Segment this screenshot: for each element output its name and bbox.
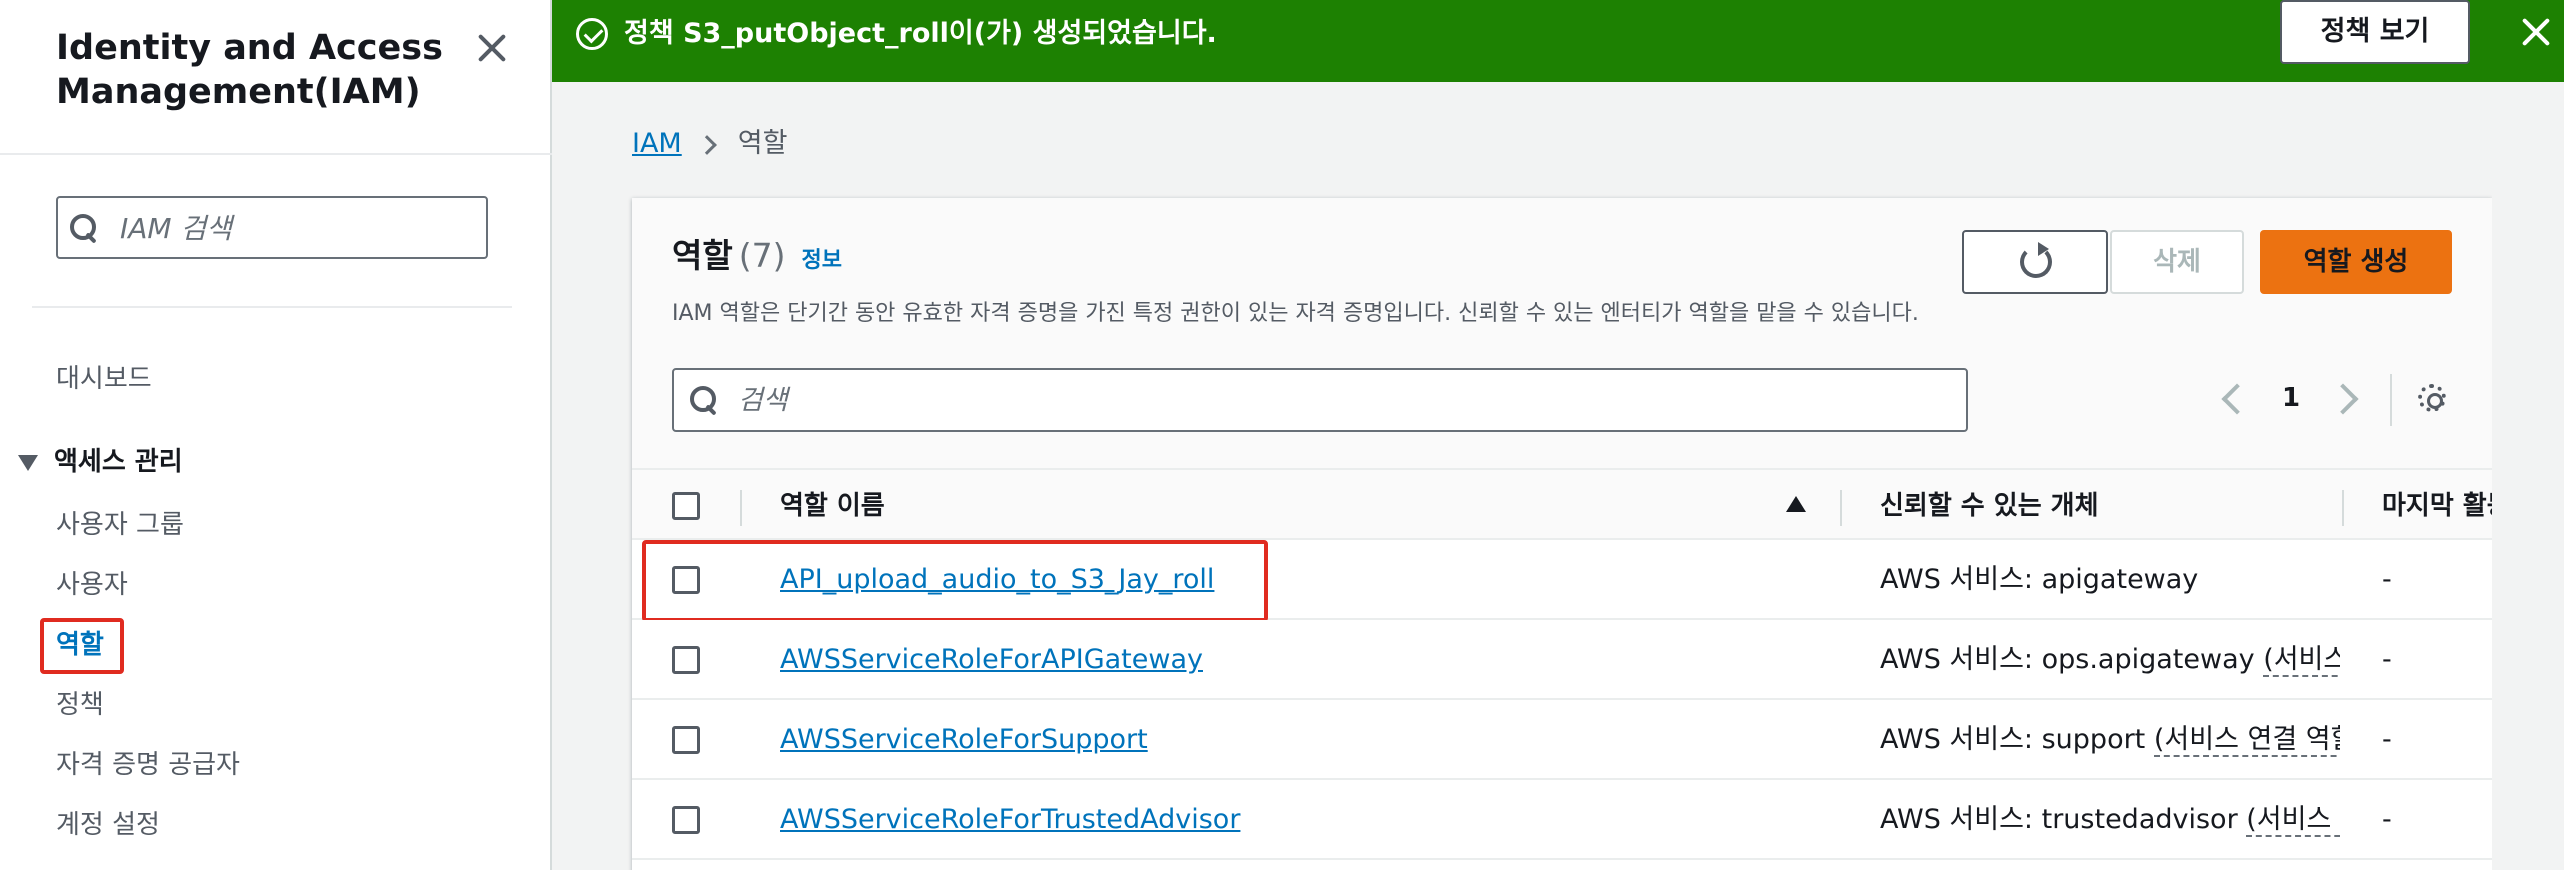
roles-search (672, 368, 1968, 432)
trusted-entity-service: AWS 서비스: ops.apigateway (1880, 644, 2255, 675)
page-title: 역할 (7) 정보 (672, 234, 842, 283)
service-linked-role-tooltip[interactable]: (서비스 연결 역할) (2263, 644, 2340, 677)
divider (2390, 374, 2392, 426)
refresh-button[interactable] (1962, 230, 2108, 294)
roles-count: (7) (738, 236, 786, 275)
sidebar-item-account-settings[interactable]: 계정 설정 (56, 808, 160, 842)
delete-button[interactable]: 삭제 (2110, 230, 2244, 294)
roles-title: 역할 (672, 236, 733, 275)
row-checkbox[interactable] (672, 566, 700, 594)
sidebar: Identity and Access Management(IAM) 대시보드… (0, 0, 552, 870)
info-link[interactable]: 정보 (801, 248, 841, 273)
sidebar-item-policies[interactable]: 정책 (56, 688, 104, 722)
breadcrumb-iam[interactable]: IAM (632, 128, 682, 159)
flash-message: 정책 S3_putObject_roll이(가) 생성되었습니다. (624, 18, 1217, 49)
sidebar-search (56, 196, 488, 259)
search-icon (70, 214, 100, 244)
success-flash-banner: 정책 S3_putObject_roll이(가) 생성되었습니다. 정책 보기 (552, 0, 2564, 82)
table-row: AWSServiceRoleForTrustedAdvisor AWS 서비스:… (632, 780, 2492, 860)
page-background (2492, 82, 2564, 870)
sidebar-item-user-groups[interactable]: 사용자 그룹 (56, 508, 184, 542)
column-header-role-name[interactable]: 역할 이름 (780, 488, 885, 524)
row-checkbox[interactable] (672, 726, 700, 754)
roles-search-input[interactable] (738, 380, 1938, 420)
trusted-entity: AWS 서비스: trustedadvisor (서비스 연결 역할) (1880, 800, 2340, 840)
column-header-trusted-entity[interactable]: 신뢰할 수 있는 개체 (1880, 488, 2099, 524)
role-name-link[interactable]: AWSServiceRoleForSupport (780, 720, 1148, 760)
service-linked-role-tooltip[interactable]: (서비스 연결 역할) (2246, 804, 2340, 837)
trusted-entity-service: AWS 서비스: support (1880, 724, 2146, 755)
breadcrumb: IAM 역할 (632, 124, 787, 164)
column-separator[interactable] (2342, 490, 2344, 526)
chevron-right-icon (696, 134, 717, 155)
close-icon[interactable] (2518, 14, 2554, 50)
last-activity: - (2382, 804, 2392, 835)
sidebar-item-dashboard[interactable]: 대시보드 (56, 362, 152, 396)
sidebar-item-roles[interactable]: 역할 (56, 628, 104, 662)
column-separator[interactable] (1840, 490, 1842, 526)
table-row: AWSServiceRoleForSupport AWS 서비스: suppor… (632, 700, 2492, 780)
breadcrumb-current: 역할 (737, 128, 788, 159)
row-checkbox[interactable] (672, 646, 700, 674)
role-name-link[interactable]: AWSServiceRoleForTrustedAdvisor (780, 800, 1240, 840)
sidebar-item-users[interactable]: 사용자 (56, 568, 128, 602)
view-policy-button[interactable]: 정책 보기 (2280, 0, 2470, 64)
trusted-entity: AWS 서비스: ops.apigateway (서비스 연결 역할) (1880, 640, 2340, 680)
last-activity: - (2382, 724, 2392, 755)
gear-icon[interactable] (2416, 382, 2448, 414)
trusted-entity-service: AWS 서비스: trustedadvisor (1880, 804, 2238, 835)
sidebar-group-label: 액세스 관리 (54, 447, 183, 477)
service-linked-role-tooltip[interactable]: (서비스 연결 역할) (2153, 724, 2340, 757)
divider (0, 153, 552, 155)
table-header: 역할 이름 신뢰할 수 있는 개체 마지막 활동 (632, 468, 2511, 540)
last-activity: - (2382, 644, 2392, 675)
select-all-checkbox[interactable] (672, 492, 700, 520)
role-name-link[interactable]: API_upload_audio_to_S3_Jay_roll (780, 560, 1214, 600)
sidebar-group-access-management[interactable]: 액세스 관리 (18, 445, 183, 479)
last-activity: - (2382, 564, 2392, 595)
sort-ascending-icon[interactable] (1786, 496, 1806, 512)
caret-down-icon (18, 454, 38, 471)
trusted-entity: AWS 서비스: apigateway (1880, 560, 2340, 600)
column-separator (740, 490, 742, 526)
trusted-entity-service: AWS 서비스: apigateway (1880, 564, 2199, 595)
refresh-icon (2020, 242, 2052, 278)
roles-description: IAM 역할은 단기간 동안 유효한 자격 증명을 가진 특정 권한이 있는 자… (672, 301, 1919, 326)
roles-panel: 역할 (7) 정보 IAM 역할은 단기간 동안 유효한 자격 증명을 가진 특정 … (632, 198, 2511, 870)
check-circle-icon (576, 18, 608, 50)
search-icon (690, 386, 720, 416)
role-name-link[interactable]: AWSServiceRoleForAPIGateway (780, 640, 1203, 680)
table-row: API_upload_audio_to_S3_Jay_roll AWS 서비스:… (632, 540, 2492, 622)
row-checkbox[interactable] (672, 806, 700, 834)
trusted-entity: AWS 서비스: support (서비스 연결 역할) (1880, 720, 2340, 760)
page-number[interactable]: 1 (2276, 380, 2306, 416)
sidebar-item-identity-providers[interactable]: 자격 증명 공급자 (56, 748, 240, 782)
table-row: AWSServiceRoleForAPIGateway AWS 서비스: ops… (632, 620, 2492, 700)
sidebar-title: Identity and Access Management(IAM) (56, 28, 443, 112)
close-icon[interactable] (472, 28, 512, 68)
divider (32, 306, 512, 308)
sidebar-search-input[interactable] (120, 208, 470, 248)
create-role-button[interactable]: 역할 생성 (2260, 230, 2452, 294)
